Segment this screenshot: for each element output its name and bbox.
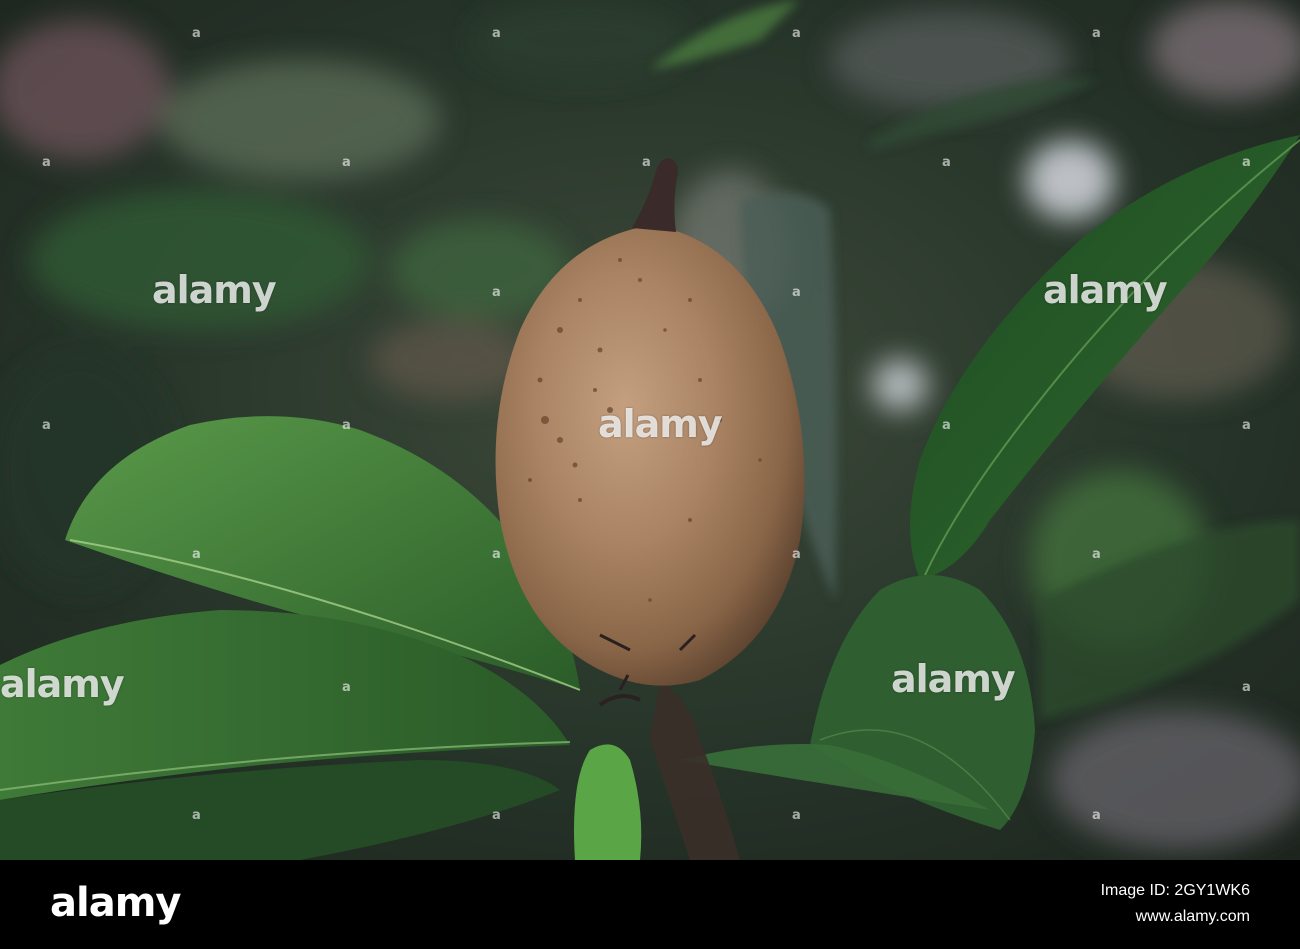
watermark-small: a <box>1242 155 1251 170</box>
watermark-center: alamy <box>0 662 125 706</box>
watermark-small: a <box>492 26 501 41</box>
watermark-small: a <box>492 808 501 823</box>
alamy-logo[interactable]: alamy <box>50 880 181 926</box>
watermark-small: a <box>1092 26 1101 41</box>
watermark-small: a <box>1092 808 1101 823</box>
watermark-small: a <box>942 155 951 170</box>
watermark-center: alamy <box>598 402 723 446</box>
watermark-small: a <box>792 285 801 300</box>
watermark-center: alamy <box>152 268 277 312</box>
site-url-link[interactable]: www.alamy.com <box>1136 908 1250 926</box>
watermark-small: a <box>42 418 51 433</box>
watermark-small: a <box>942 418 951 433</box>
watermark-small: a <box>792 808 801 823</box>
watermark-small: a <box>192 26 201 41</box>
watermark-small: a <box>192 808 201 823</box>
watermark-small: a <box>1242 680 1251 695</box>
watermark-small: a <box>792 26 801 41</box>
watermark-center: alamy <box>1043 268 1168 312</box>
watermark-small: a <box>1092 547 1101 562</box>
watermark-center: alamy <box>891 657 1016 701</box>
watermark-small: a <box>492 547 501 562</box>
watermark-small: a <box>1242 418 1251 433</box>
watermark-small: a <box>42 155 51 170</box>
watermark-small: a <box>342 418 351 433</box>
watermark-small: a <box>642 155 651 170</box>
footer-bar: alamy Image ID: 2GY1WK6 www.alamy.com <box>0 860 1300 949</box>
watermark-small: a <box>492 285 501 300</box>
image-id-label: Image ID: 2GY1WK6 <box>1100 882 1250 899</box>
watermark-small: a <box>342 680 351 695</box>
watermark-small: a <box>342 155 351 170</box>
photo: alamy alamy alamy alamy alamy a a a a a … <box>0 0 1300 860</box>
watermark-small: a <box>192 547 201 562</box>
watermark-small: a <box>792 547 801 562</box>
